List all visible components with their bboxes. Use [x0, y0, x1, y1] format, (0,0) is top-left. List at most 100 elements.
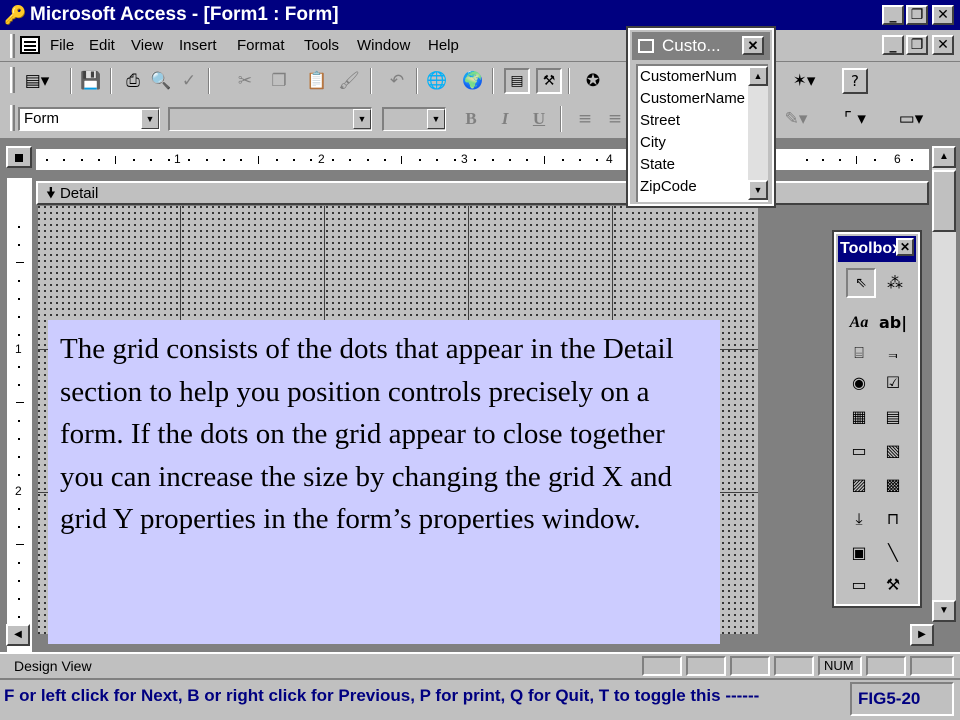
vertical-scrollbar[interactable]: ▲ ▼ — [932, 146, 956, 622]
field-list-scrollbar[interactable]: ▲ ▼ — [748, 66, 768, 200]
menu-view[interactable]: View — [131, 37, 163, 55]
field-list-window[interactable]: Custo... ✕ CustomerNum CustomerName Stre… — [626, 26, 776, 208]
scroll-left-arrow-icon[interactable]: ◀ — [6, 624, 30, 646]
menu-insert[interactable]: Insert — [179, 37, 217, 55]
new-object-icon[interactable]: ✶▾ — [782, 68, 826, 94]
list-box-icon[interactable]: ▤ — [878, 402, 908, 432]
object-combo[interactable]: Form ▼ — [18, 107, 160, 131]
font-size-combo[interactable]: ▼ — [382, 107, 446, 131]
more-controls-icon[interactable]: ⚒ — [878, 570, 908, 600]
field-item[interactable]: CustomerName — [640, 88, 745, 110]
toolbar-grip[interactable] — [10, 105, 15, 131]
menu-window[interactable]: Window — [357, 37, 410, 55]
autoformat-icon[interactable]: ✪ — [580, 68, 606, 94]
scroll-right-arrow-icon[interactable]: ▶ — [910, 624, 934, 646]
toggle-button-icon[interactable]: ⫬ — [878, 338, 908, 368]
command-button-icon[interactable]: ▭ — [844, 436, 874, 466]
num-lock-indicator: NUM — [818, 656, 862, 676]
subform-icon[interactable]: ▣ — [844, 538, 874, 568]
hyperlink-icon[interactable]: 🌐 — [424, 68, 450, 94]
field-item[interactable]: City — [640, 132, 666, 154]
field-item[interactable]: State — [640, 154, 675, 176]
line-color-icon[interactable]: ✎▾ — [776, 106, 816, 132]
menu-file[interactable]: File — [50, 37, 74, 55]
toolbox-window[interactable]: Toolbox ✕ ⇖ ⁂ Aa ab| ⌸ ⫬ ◉ ☑ ▦ ▤ ▭ ▧ ▨ ▩… — [832, 230, 922, 608]
field-list-icon[interactable]: ▤ — [504, 68, 530, 94]
form-document-icon[interactable] — [20, 36, 40, 54]
field-item[interactable]: Street — [640, 110, 680, 132]
spelling-icon[interactable]: ✓ — [176, 68, 202, 94]
menu-help[interactable]: Help — [428, 37, 459, 55]
toolbox-icon[interactable]: ⚒ — [536, 68, 562, 94]
option-group-icon[interactable]: ⌸ — [844, 338, 874, 368]
special-effect-icon[interactable]: ▭▾ — [888, 106, 934, 132]
form-view-icon[interactable]: ▤▾ — [20, 68, 54, 94]
menu-tools[interactable]: Tools — [304, 37, 339, 55]
doc-restore-button[interactable]: ❐ — [906, 35, 928, 55]
scroll-thumb[interactable] — [932, 170, 956, 232]
dropdown-arrow-icon[interactable]: ▼ — [353, 109, 371, 129]
field-item[interactable]: ZipCode — [640, 176, 697, 198]
bold-icon[interactable]: B — [458, 106, 484, 132]
title-bar[interactable]: 🔑 Microsoft Access - [Form1 : Form] _ ❐ … — [0, 0, 960, 30]
font-name-combo[interactable]: ▼ — [168, 107, 372, 131]
help-icon[interactable]: ? — [842, 68, 868, 94]
align-left-icon[interactable]: ≡ — [572, 106, 598, 132]
menu-format[interactable]: Format — [237, 37, 285, 55]
vertical-ruler[interactable]: 1 2 — [6, 178, 32, 660]
paste-icon[interactable]: 📋 — [304, 68, 330, 94]
undo-icon[interactable]: ↶ — [384, 68, 410, 94]
menu-edit[interactable]: Edit — [89, 37, 115, 55]
doc-close-button[interactable]: ✕ — [932, 35, 954, 55]
menu-grip[interactable] — [10, 34, 15, 58]
ruler-label: 1 — [174, 152, 181, 166]
align-center-icon[interactable]: ≡ — [602, 106, 628, 132]
copy-icon[interactable]: ❐ — [266, 68, 292, 94]
scroll-down-arrow-icon[interactable]: ▼ — [748, 180, 768, 200]
standard-toolbar: ▤▾ 💾 ⎙ 🔍 ✓ ✂ ❐ 📋 🖌 ↶ 🌐 🌍 ▤ ⚒ ✪ ✶▾ ? — [0, 63, 960, 101]
select-objects-icon[interactable]: ⇖ — [846, 268, 876, 298]
line-tool-icon[interactable]: ╲ — [878, 538, 908, 568]
print-preview-icon[interactable]: 🔍 — [148, 68, 174, 94]
form-selector[interactable] — [6, 146, 32, 168]
checkbox-icon[interactable]: ☑ — [878, 368, 908, 398]
detail-section-header[interactable]: 🠟 Detail — [36, 181, 929, 205]
horizontal-ruler[interactable]: 1 2 3 4 6 — [36, 148, 929, 170]
minimize-button[interactable]: _ — [882, 5, 904, 25]
tab-control-icon[interactable]: ⊓ — [878, 504, 908, 534]
scroll-down-arrow-icon[interactable]: ▼ — [932, 600, 956, 622]
restore-button[interactable]: ❐ — [906, 5, 928, 25]
window-title: Microsoft Access - [Form1 : Form] — [30, 4, 339, 25]
ruler-label: 2 — [318, 152, 325, 166]
field-list-close-button[interactable]: ✕ — [742, 36, 764, 55]
bound-object-frame-icon[interactable]: ▩ — [878, 470, 908, 500]
control-wizards-icon[interactable]: ⁂ — [880, 268, 910, 298]
border-width-icon[interactable]: ⌜ ▾ — [832, 106, 878, 132]
unbound-object-frame-icon[interactable]: ▨ — [844, 470, 874, 500]
toolbar-grip[interactable] — [10, 67, 15, 93]
dropdown-arrow-icon[interactable]: ▼ — [427, 109, 445, 129]
combo-box-icon[interactable]: ▦ — [844, 402, 874, 432]
scroll-up-arrow-icon[interactable]: ▲ — [748, 66, 768, 86]
ruler-ticks — [46, 156, 913, 164]
web-toolbar-icon[interactable]: 🌍 — [460, 68, 486, 94]
toolbox-close-button[interactable]: ✕ — [896, 238, 914, 256]
save-icon[interactable]: 💾 — [78, 68, 104, 94]
dropdown-arrow-icon[interactable]: ▼ — [141, 109, 159, 129]
label-tool-icon[interactable]: Aa — [844, 308, 874, 338]
close-button[interactable]: ✕ — [932, 5, 954, 25]
field-item[interactable]: CustomerNum — [640, 66, 737, 88]
print-icon[interactable]: ⎙ — [120, 68, 146, 94]
ruler-label: 3 — [461, 152, 468, 166]
scroll-up-arrow-icon[interactable]: ▲ — [932, 146, 956, 168]
doc-minimize-button[interactable]: _ — [882, 35, 904, 55]
format-painter-icon[interactable]: 🖌 — [336, 68, 362, 94]
italic-icon[interactable]: I — [492, 106, 518, 132]
rectangle-tool-icon[interactable]: ▭ — [844, 570, 874, 600]
underline-icon[interactable]: U — [526, 106, 552, 132]
cut-icon[interactable]: ✂ — [232, 68, 258, 94]
page-break-icon[interactable]: ⤓ — [844, 504, 874, 534]
option-button-icon[interactable]: ◉ — [844, 368, 874, 398]
image-tool-icon[interactable]: ▧ — [878, 436, 908, 466]
textbox-tool-icon[interactable]: ab| — [878, 308, 908, 338]
